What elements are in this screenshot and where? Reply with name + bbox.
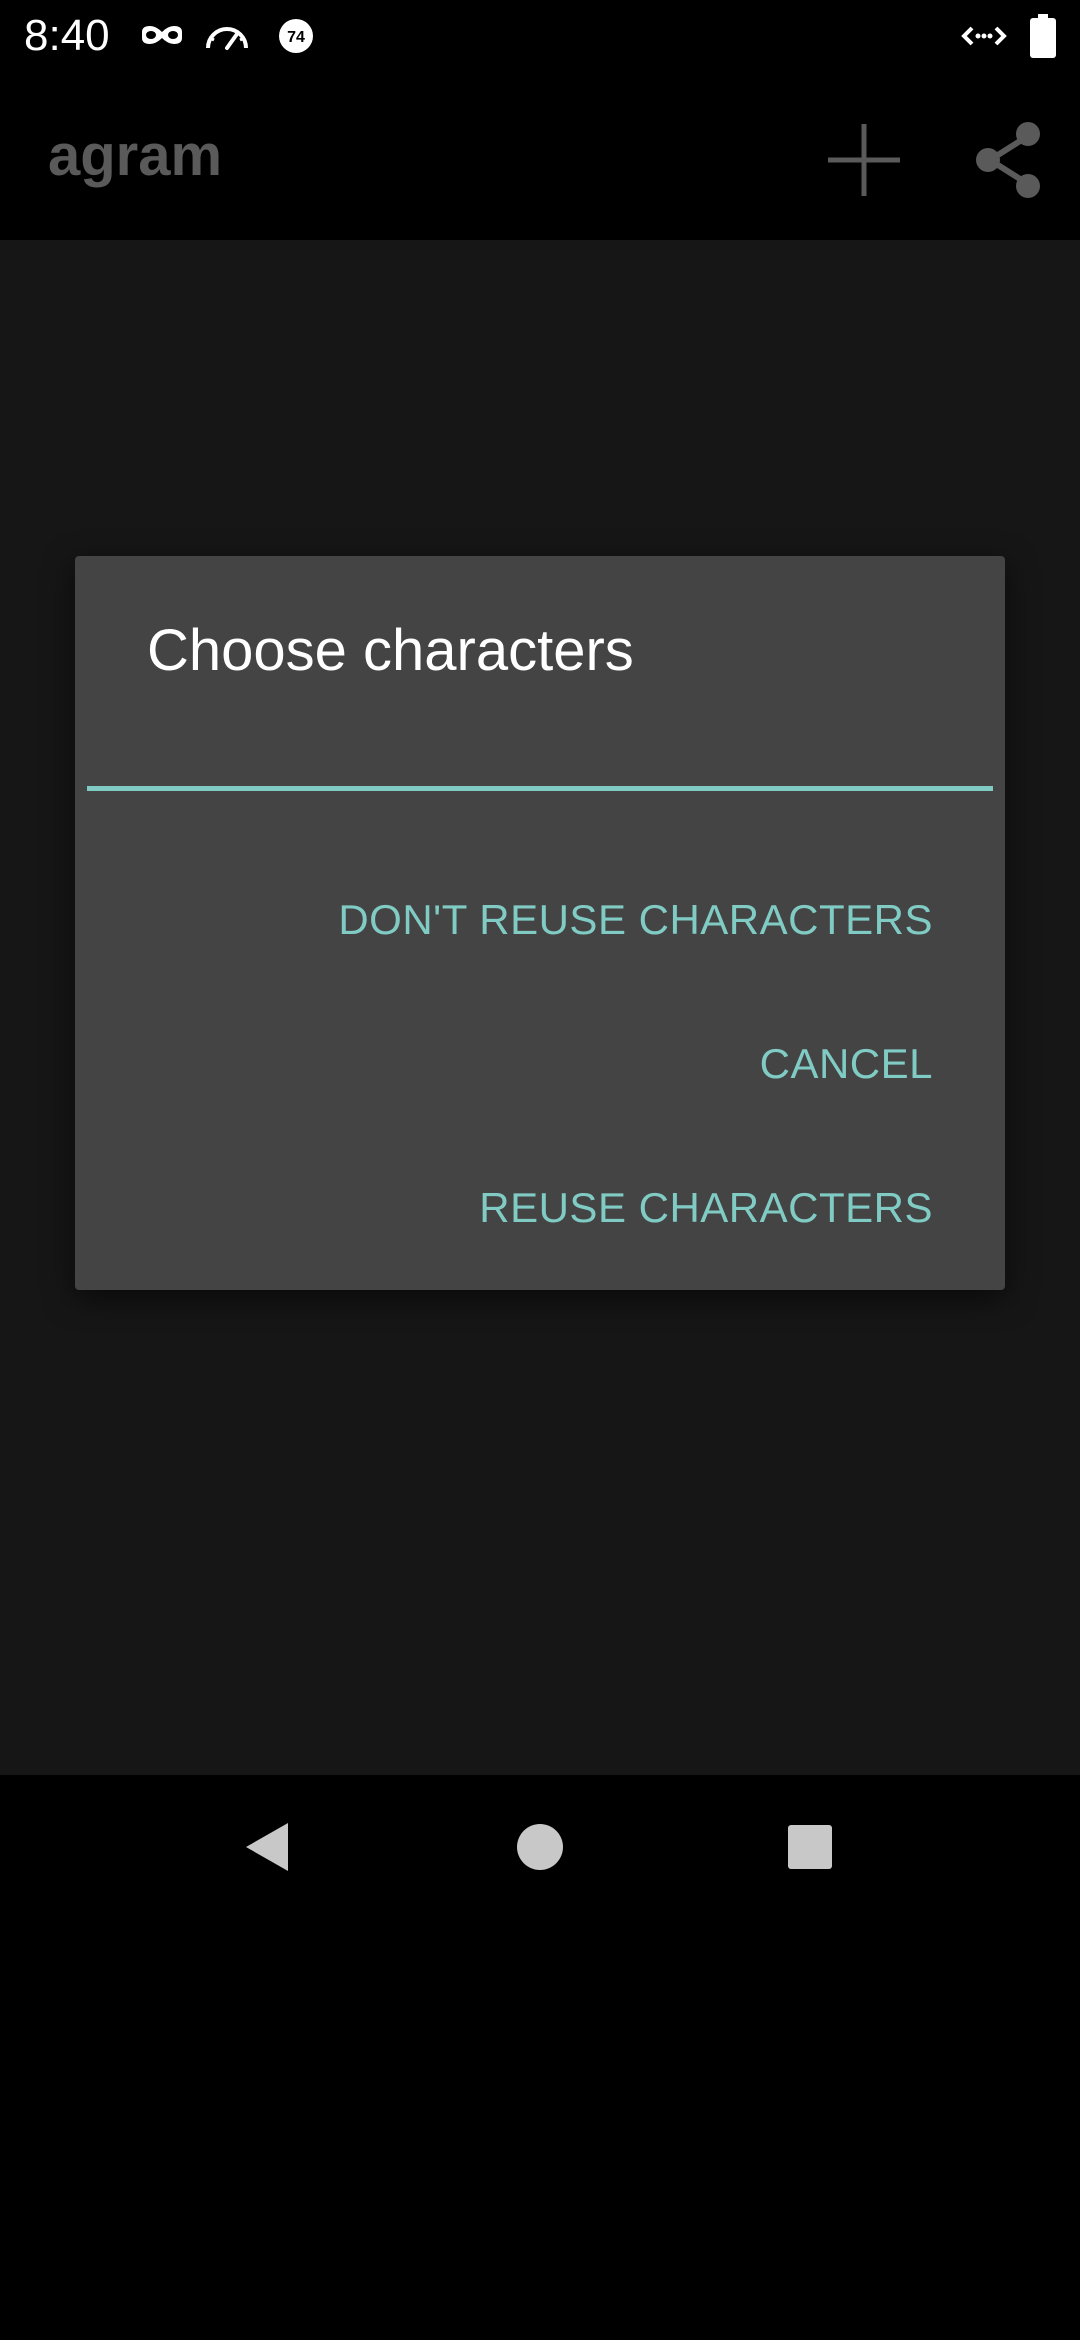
- cancel-button[interactable]: CANCEL: [744, 1014, 949, 1114]
- status-bar: 8:40 74: [0, 0, 1080, 72]
- screen: 8:40 74 agram Choose characters DON'T RE…: [0, 0, 1080, 2340]
- speedometer-icon: [204, 16, 250, 56]
- navigation-bar: [0, 1775, 1080, 1920]
- dont-reuse-characters-button[interactable]: DON'T REUSE CHARACTERS: [322, 870, 949, 970]
- status-time: 8:40: [24, 11, 110, 60]
- back-icon[interactable]: [218, 1797, 318, 1897]
- recents-icon[interactable]: [760, 1797, 860, 1897]
- svg-text:74: 74: [287, 29, 305, 46]
- dialog-title: Choose characters: [147, 618, 634, 683]
- app-title: agram: [48, 123, 223, 188]
- incognito-icon: [140, 16, 184, 56]
- app-bar: agram: [0, 72, 1080, 240]
- badge-74-icon: 74: [276, 16, 316, 56]
- battery-icon: [1030, 14, 1056, 58]
- data-transfer-icon: [960, 16, 1008, 56]
- reuse-characters-button[interactable]: REUSE CHARACTERS: [463, 1158, 949, 1258]
- choose-characters-dialog: Choose characters DON'T REUSE CHARACTERS…: [75, 556, 1005, 1290]
- characters-input[interactable]: [87, 726, 993, 791]
- home-icon[interactable]: [490, 1797, 590, 1897]
- add-icon[interactable]: [816, 112, 912, 208]
- share-icon[interactable]: [960, 112, 1056, 208]
